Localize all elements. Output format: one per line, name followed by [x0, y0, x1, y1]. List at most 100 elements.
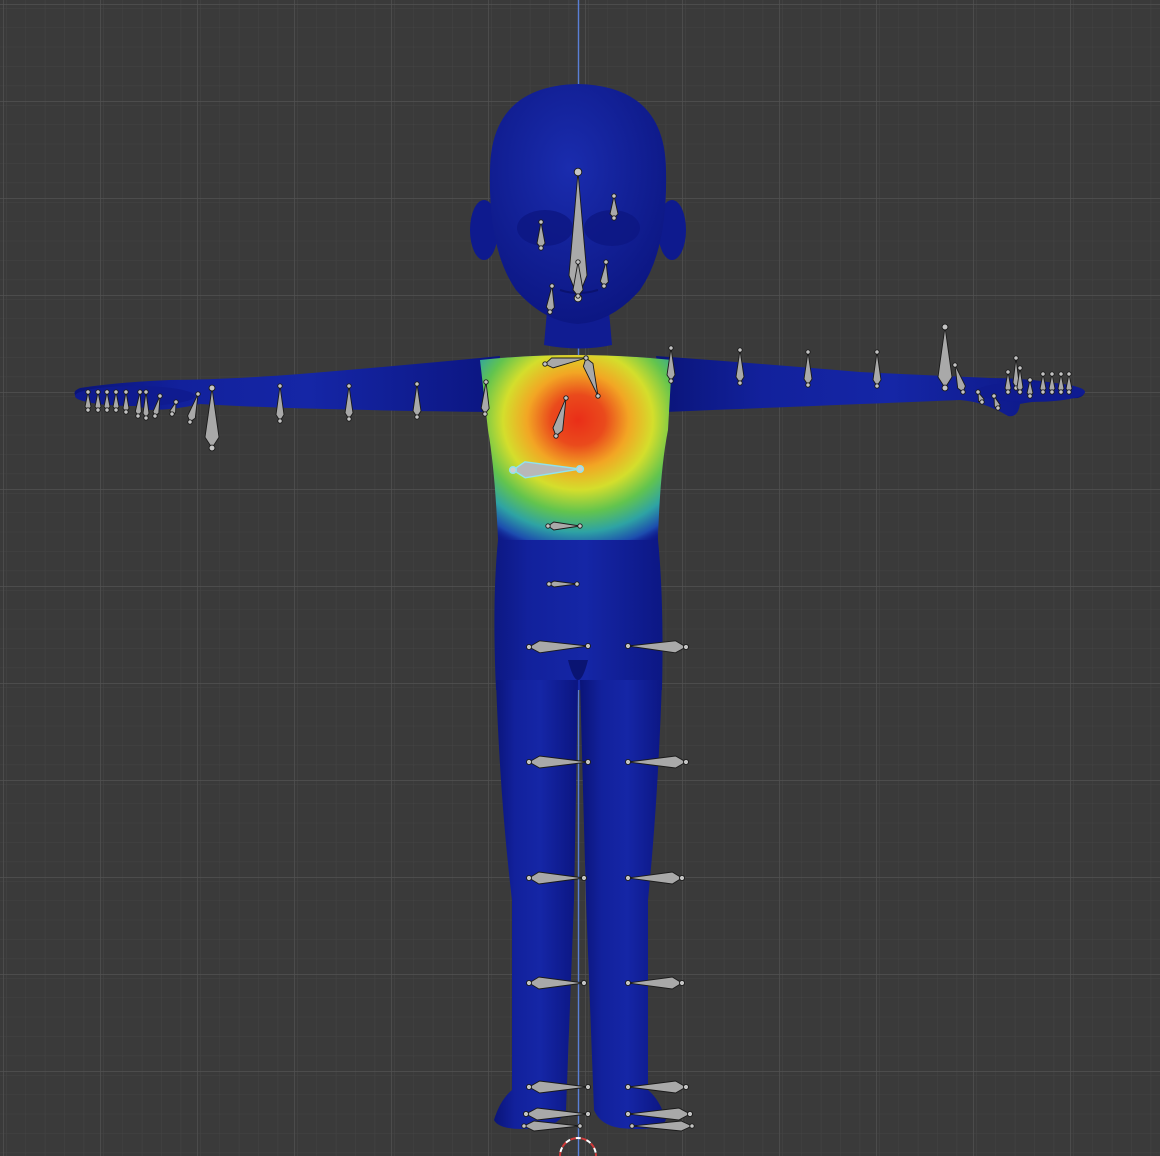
finger-bone-r8-head-joint — [1040, 389, 1046, 395]
jaw-bone-l-tail-joint — [549, 283, 555, 289]
hand-bone-r-tail-joint — [941, 323, 949, 331]
finger-bone-l5-head-joint — [135, 413, 141, 419]
finger-bone-l7-tail-joint — [113, 389, 119, 395]
spine-bone-tail-joint — [577, 523, 583, 529]
finger-bone-r3-tail-joint — [991, 393, 997, 399]
hand-bone-l-head-joint — [208, 444, 216, 452]
arm-bone-r2-head-joint — [737, 380, 743, 386]
finger-bone-r7-head-joint — [1027, 393, 1033, 399]
shoulder-bone-r-head-joint — [583, 355, 589, 361]
pelvis-bone-tail-joint — [574, 581, 580, 587]
arm-bone-l1-tail-joint — [483, 379, 489, 385]
thigh-bone-r-tail-joint — [625, 759, 631, 765]
toe-bone-l1-tail-joint — [585, 1111, 591, 1117]
3d-viewport[interactable] — [0, 0, 1160, 1156]
finger-bone-l9[interactable] — [94, 389, 102, 413]
finger-bone-r7[interactable] — [1026, 377, 1034, 399]
finger-bone-r8[interactable] — [1039, 371, 1047, 395]
finger-bone-r1-tail-joint — [952, 362, 958, 368]
toe-bone-r2-tail-joint — [629, 1123, 635, 1129]
foot-bone-r-head-joint — [683, 1084, 689, 1090]
finger-bone-l6-head-joint — [123, 409, 129, 415]
finger-bone-l1-tail-joint — [195, 391, 201, 397]
finger-bone-l5-tail-joint — [137, 389, 143, 395]
hip-bone-r-head-joint — [683, 644, 689, 650]
chest-bone-tail-joint — [575, 464, 585, 474]
face-bone-r-tail-joint — [611, 193, 617, 199]
finger-bone-l8[interactable] — [103, 389, 111, 413]
toe-bone-l2-head-joint — [521, 1123, 527, 1129]
arm-bone-l1-head-joint — [482, 411, 488, 417]
foot-bone-l-head-joint — [526, 1084, 532, 1090]
arm-bone-l4-head-joint — [277, 418, 283, 424]
finger-bone-r4[interactable] — [1004, 369, 1012, 395]
toe-bone-r1-head-joint — [687, 1111, 693, 1117]
shoulder-bone-l-head-joint — [542, 361, 548, 367]
thigh-bone-r-head-joint — [683, 759, 689, 765]
arm-bone-l2-tail-joint — [414, 381, 420, 387]
hand-bone-l-tail-joint — [208, 384, 216, 392]
arm-bone-r3-head-joint — [805, 382, 811, 388]
finger-bone-r9-tail-joint — [1049, 371, 1055, 377]
calf-bone-l-tail-joint — [581, 980, 587, 986]
finger-bone-l1-head-joint — [187, 419, 193, 425]
finger-bone-r9[interactable] — [1048, 371, 1056, 395]
finger-bone-l2-tail-joint — [173, 399, 179, 405]
finger-bone-l3-tail-joint — [157, 393, 163, 399]
finger-bone-l10-head-joint — [85, 407, 91, 413]
thigh-bone-l-head-joint — [526, 759, 532, 765]
finger-bone-r11[interactable] — [1065, 371, 1073, 395]
finger-bone-r8-tail-joint — [1040, 371, 1046, 377]
finger-bone-r6-head-joint — [1017, 389, 1023, 395]
arm-bone-r4-tail-joint — [874, 349, 880, 355]
arm-bone-l4-tail-joint — [277, 383, 283, 389]
finger-bone-l7-head-joint — [113, 407, 119, 413]
finger-bone-r4-tail-joint — [1005, 369, 1011, 375]
jaw-bone-r-tail-joint — [603, 259, 609, 265]
neck-bone-head-joint — [553, 433, 559, 439]
foot-bone-l-tail-joint — [585, 1084, 591, 1090]
calf-bone-l-head-joint — [526, 980, 532, 986]
finger-bone-l10[interactable] — [84, 389, 92, 413]
finger-bone-l9-head-joint — [95, 407, 101, 413]
finger-bone-l4-head-joint — [143, 415, 149, 421]
shin-bone-l-tail-joint — [581, 875, 587, 881]
finger-bone-r6-tail-joint — [1017, 365, 1023, 371]
face-bone-l-head-joint — [538, 245, 544, 251]
head-bone-tail-joint — [573, 167, 583, 177]
arm-bone-r1-tail-joint — [668, 345, 674, 351]
face-bone-r-head-joint — [611, 215, 617, 221]
finger-bone-l6[interactable] — [122, 389, 130, 415]
jaw-bone-r-head-joint — [601, 283, 607, 289]
toe-bone-l2-tail-joint — [577, 1123, 583, 1129]
left-eye-socket — [517, 210, 573, 246]
jaw-bone-l-head-joint — [547, 309, 553, 315]
finger-bone-r5-tail-joint — [1013, 355, 1019, 361]
finger-bone-r11-head-joint — [1066, 389, 1072, 395]
hip-bone-r-tail-joint — [625, 643, 631, 649]
thigh-bone-l-tail-joint — [585, 759, 591, 765]
arm-bone-l3-head-joint — [346, 416, 352, 422]
toe-bone-r2-head-joint — [689, 1123, 695, 1129]
finger-bone-r4-head-joint — [1005, 389, 1011, 395]
shin-bone-r-tail-joint — [625, 875, 631, 881]
finger-bone-r1-head-joint — [960, 389, 966, 395]
finger-bone-r3-head-joint — [995, 405, 1001, 411]
finger-bone-r7-tail-joint — [1027, 377, 1033, 383]
calf-bone-r-tail-joint — [625, 980, 631, 986]
finger-bone-r10[interactable] — [1057, 371, 1065, 395]
shin-bone-r-head-joint — [679, 875, 685, 881]
toe-bone-r1-tail-joint — [625, 1111, 631, 1117]
chin-bone-tail-joint — [575, 259, 581, 265]
finger-bone-r11-tail-joint — [1066, 371, 1072, 377]
shin-bone-l-head-joint — [526, 875, 532, 881]
spine-bone-head-joint — [545, 523, 551, 529]
shoulder-bone-r-tail-joint — [595, 393, 601, 399]
finger-bone-r2-tail-joint — [975, 389, 981, 395]
finger-bone-l7[interactable] — [112, 389, 120, 413]
pelvis-bone-head-joint — [546, 581, 552, 587]
arm-bone-r1-head-joint — [668, 378, 674, 384]
face-bone-l-tail-joint — [538, 219, 544, 225]
foot-bone-r-tail-joint — [625, 1084, 631, 1090]
finger-bone-l8-head-joint — [104, 407, 110, 413]
